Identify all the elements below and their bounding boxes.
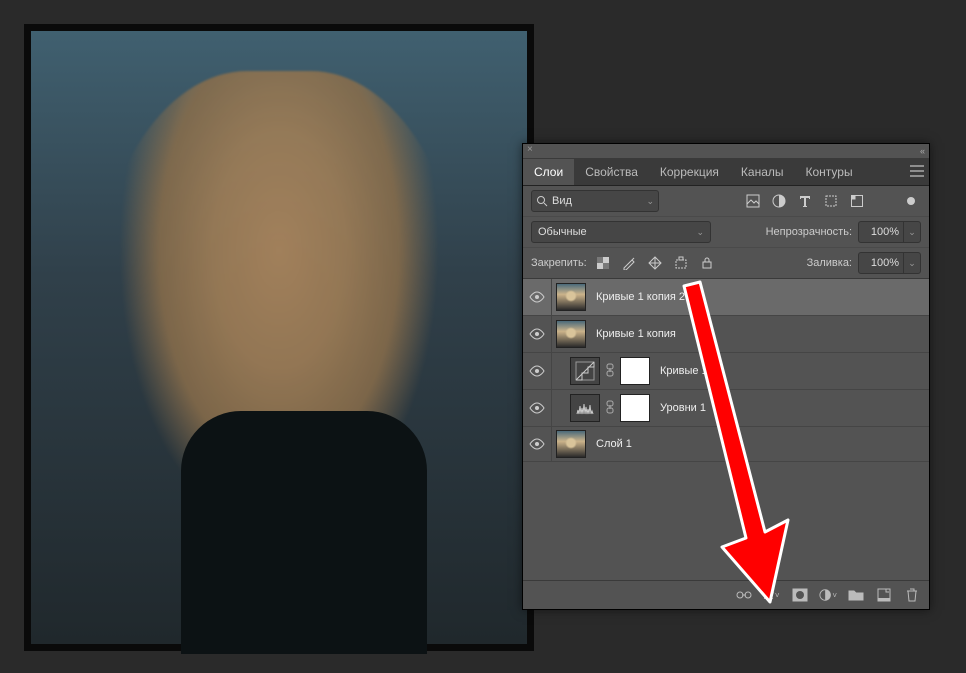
panel-footer: fx˅ ˅: [523, 580, 929, 609]
filter-toggle-switch[interactable]: [901, 191, 921, 211]
visibility-toggle[interactable]: [523, 390, 552, 426]
layer-item[interactable]: Кривые 1 копия 2: [523, 279, 929, 316]
canvas-area[interactable]: [24, 24, 534, 651]
chevron-down-icon[interactable]: ⌄: [903, 253, 920, 273]
visibility-toggle[interactable]: [523, 279, 552, 315]
layer-name[interactable]: Кривые 1 копия: [596, 328, 676, 340]
layer-name[interactable]: Уровни 1: [660, 402, 706, 414]
fill-input[interactable]: 100% ⌄: [858, 252, 921, 274]
link-layers-button[interactable]: [735, 586, 753, 604]
opacity-label: Непрозрачность:: [766, 226, 852, 238]
layer-item[interactable]: Кривые 1: [523, 353, 929, 390]
layers-panel: × « Слои Свойства Коррекция Каналы Конту…: [522, 143, 930, 610]
new-group-button[interactable]: [847, 586, 865, 604]
collapse-icon[interactable]: «: [920, 146, 925, 156]
canvas-image: [31, 31, 527, 644]
filter-type-icon[interactable]: [795, 191, 815, 211]
lock-pixels-icon[interactable]: [619, 253, 639, 273]
layer-item[interactable]: Кривые 1 копия: [523, 316, 929, 353]
visibility-toggle[interactable]: [523, 427, 552, 461]
filter-pixel-icon[interactable]: [743, 191, 763, 211]
layers-list: Кривые 1 копия 2 Кривые 1 копия Кривые 1: [523, 279, 929, 580]
layer-name[interactable]: Кривые 1: [660, 365, 708, 377]
panel-header: × «: [523, 144, 929, 159]
eye-icon: [529, 438, 545, 450]
filter-row: Вид ⌄: [523, 186, 929, 217]
panel-tabs: Слои Свойства Коррекция Каналы Контуры: [523, 159, 929, 186]
tab-paths[interactable]: Контуры: [795, 159, 864, 185]
layer-style-button[interactable]: fx˅: [763, 586, 781, 604]
blend-mode-select[interactable]: Обычные ⌄: [531, 221, 711, 243]
opacity-input[interactable]: 100% ⌄: [858, 221, 921, 243]
tab-correction[interactable]: Коррекция: [649, 159, 730, 185]
lock-label: Закрепить:: [531, 257, 587, 269]
add-mask-button[interactable]: [791, 586, 809, 604]
adjustment-thumbnail[interactable]: [570, 394, 600, 422]
layer-thumbnail[interactable]: [556, 320, 586, 348]
layer-name[interactable]: Кривые 1 копия 2: [596, 291, 685, 303]
layer-thumbnail[interactable]: [556, 283, 586, 311]
visibility-toggle[interactable]: [523, 316, 552, 352]
eye-icon: [529, 328, 545, 340]
filter-kind-select[interactable]: Вид ⌄: [531, 190, 659, 212]
curves-icon: [575, 361, 595, 381]
filter-adjust-icon[interactable]: [769, 191, 789, 211]
close-icon[interactable]: ×: [527, 145, 537, 155]
layer-name[interactable]: Слой 1: [596, 438, 632, 450]
blend-mode-value: Обычные: [538, 226, 587, 238]
lock-row: Закрепить: Заливка: 100% ⌄: [523, 248, 929, 279]
layer-item[interactable]: Уровни 1: [523, 390, 929, 427]
lock-position-icon[interactable]: [645, 253, 665, 273]
search-icon: [536, 195, 548, 207]
mask-thumbnail[interactable]: [620, 394, 650, 422]
levels-icon: [575, 398, 595, 418]
lock-all-icon[interactable]: [697, 253, 717, 273]
layer-thumbnail[interactable]: [556, 430, 586, 458]
lock-transparent-icon[interactable]: [593, 253, 613, 273]
panel-menu-icon[interactable]: [905, 165, 929, 180]
fill-value: 100%: [859, 257, 903, 269]
new-adjustment-button[interactable]: ˅: [819, 586, 837, 604]
eye-icon: [529, 402, 545, 414]
new-layer-button[interactable]: [875, 586, 893, 604]
layer-item[interactable]: Слой 1: [523, 427, 929, 462]
link-icon[interactable]: [604, 400, 616, 417]
chevron-down-icon: ⌄: [646, 196, 654, 207]
fill-label: Заливка:: [807, 257, 852, 269]
link-icon[interactable]: [604, 363, 616, 380]
chevron-down-icon: ⌄: [696, 227, 704, 238]
tab-channels[interactable]: Каналы: [730, 159, 795, 185]
filter-smart-icon[interactable]: [847, 191, 867, 211]
eye-icon: [529, 291, 545, 303]
blend-row: Обычные ⌄ Непрозрачность: 100% ⌄: [523, 217, 929, 248]
opacity-value: 100%: [859, 226, 903, 238]
delete-layer-button[interactable]: [903, 586, 921, 604]
tab-layers[interactable]: Слои: [523, 159, 574, 185]
visibility-toggle[interactable]: [523, 353, 552, 389]
eye-icon: [529, 365, 545, 377]
filter-kind-label: Вид: [552, 195, 642, 207]
adjustment-thumbnail[interactable]: [570, 357, 600, 385]
filter-shape-icon[interactable]: [821, 191, 841, 211]
chevron-down-icon[interactable]: ⌄: [903, 222, 920, 242]
mask-thumbnail[interactable]: [620, 357, 650, 385]
lock-artboard-icon[interactable]: [671, 253, 691, 273]
tab-properties[interactable]: Свойства: [574, 159, 649, 185]
